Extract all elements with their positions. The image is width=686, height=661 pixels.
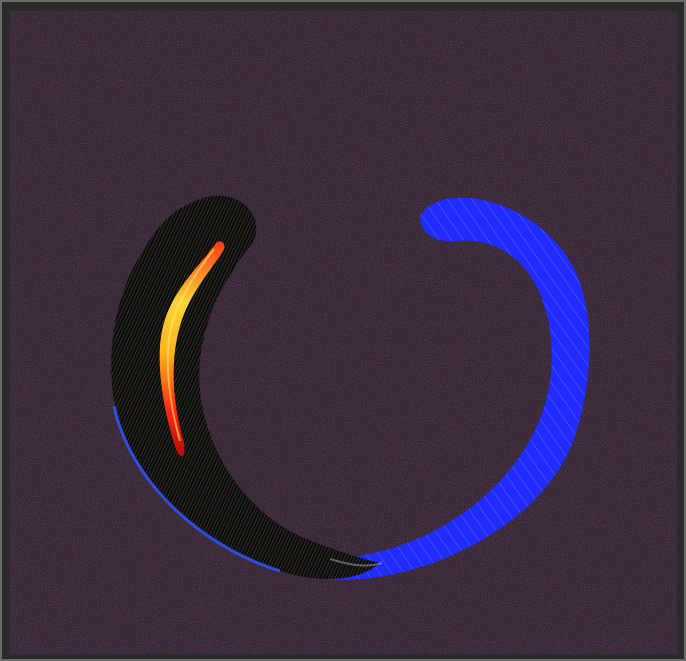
noisy-field xyxy=(10,11,677,654)
image-frame xyxy=(0,0,686,661)
arc-render-svg xyxy=(10,11,677,654)
